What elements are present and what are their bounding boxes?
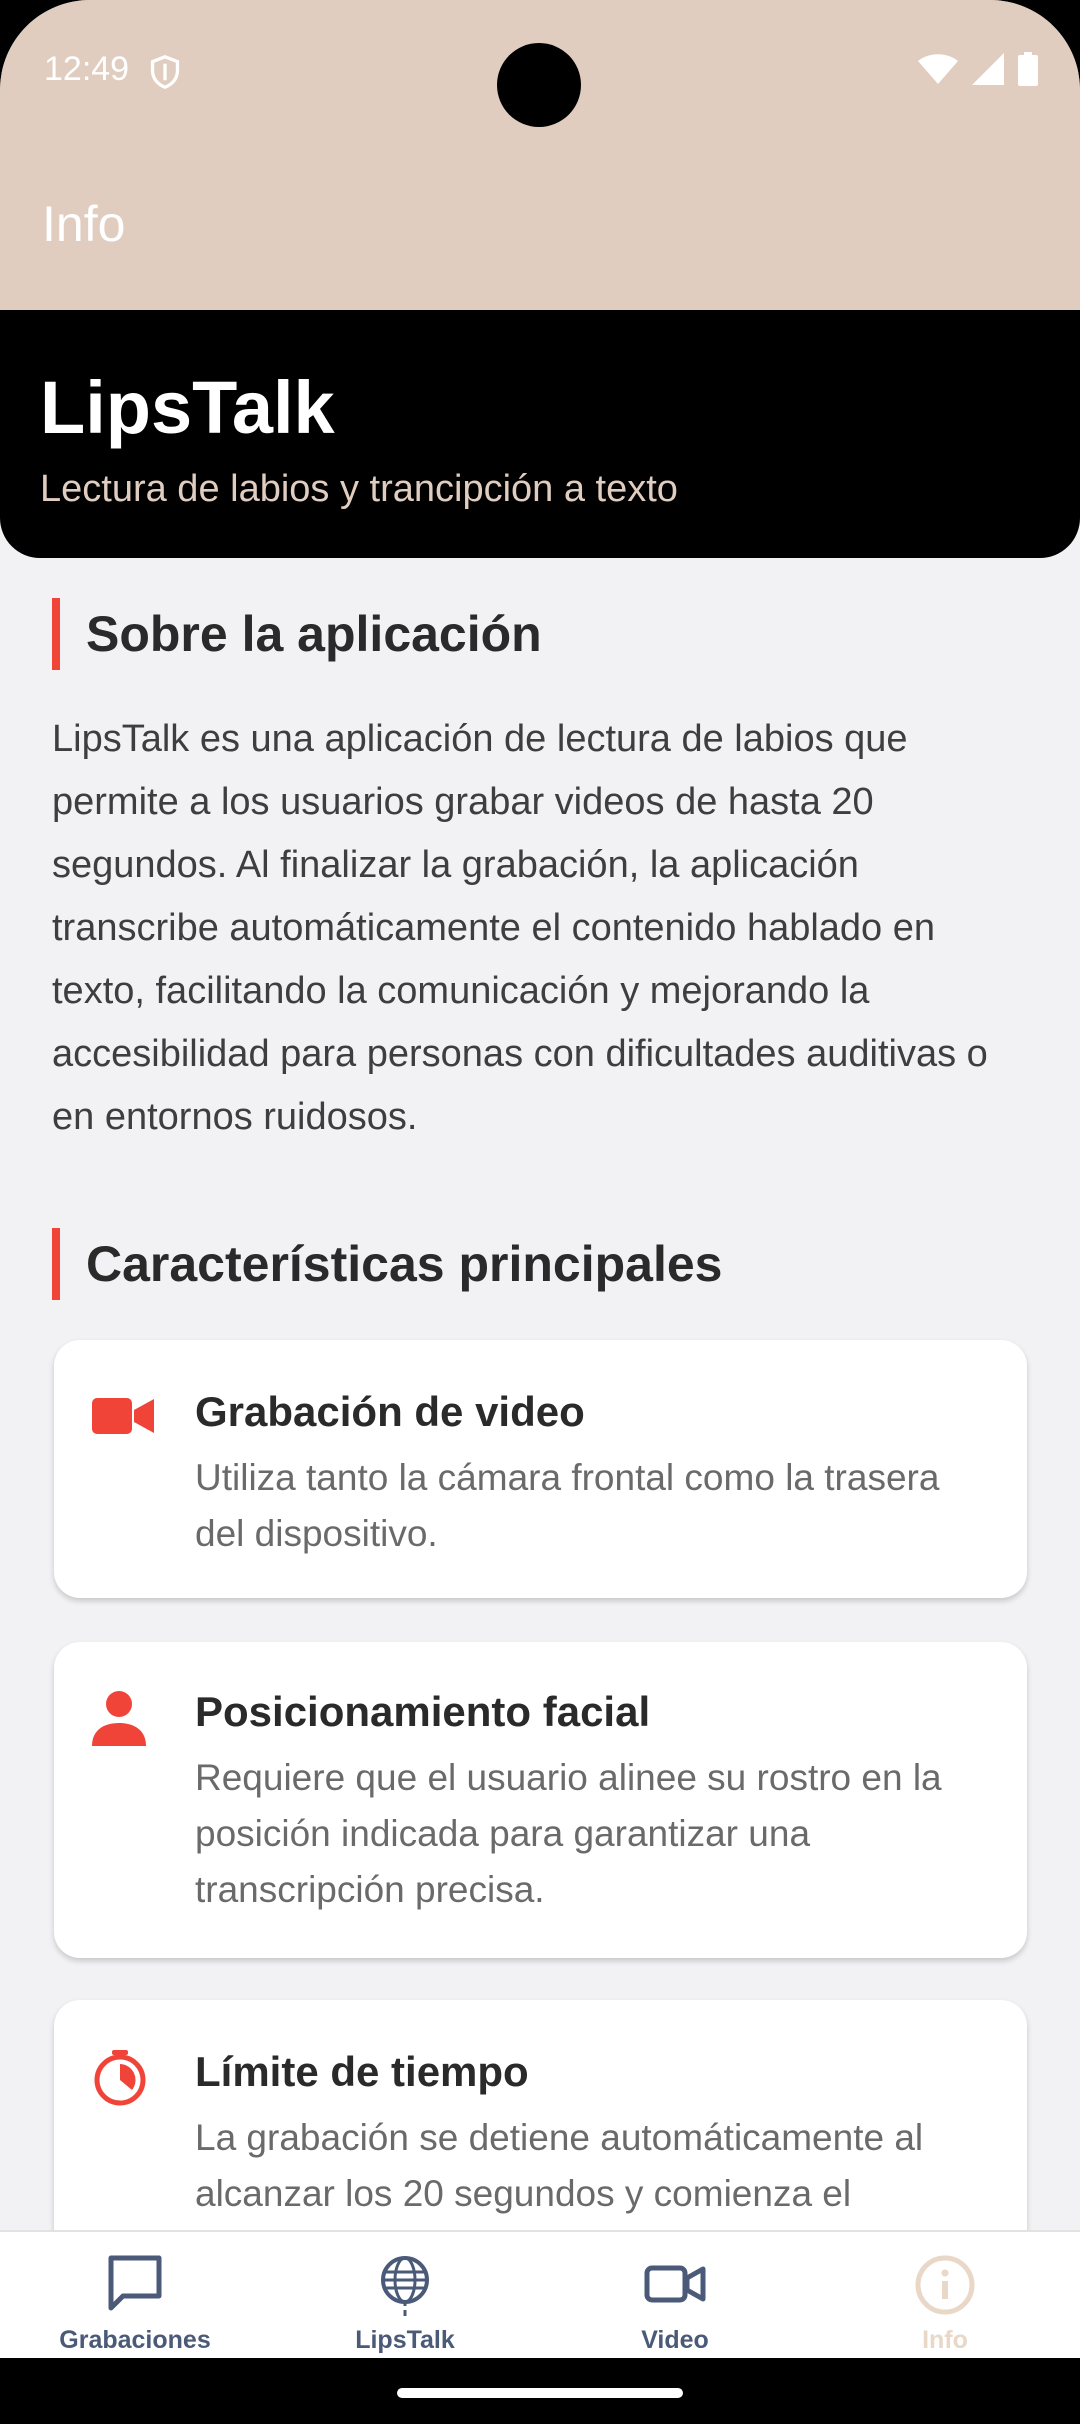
- signal-icon: [972, 53, 1004, 85]
- video-camera-icon: [92, 1398, 154, 1434]
- nav-label: LipsTalk: [355, 2326, 455, 2354]
- nav-item-info[interactable]: Info: [810, 2232, 1080, 2358]
- app-bar-title: Info: [42, 196, 126, 252]
- nav-item-lipstalk[interactable]: LipsTalk: [270, 2232, 540, 2358]
- bottom-navigation: Grabaciones LipsTalk Video Info: [0, 2230, 1080, 2358]
- status-icons: [918, 52, 1038, 86]
- hero-subtitle: Lectura de labios y trancipción a texto: [40, 468, 678, 510]
- gesture-area: [0, 2358, 1080, 2424]
- feature-card-time: Límite de tiempo La grabación se detiene…: [54, 2000, 1027, 2230]
- info-content[interactable]: Sobre la aplicación LipsTalk es una apli…: [0, 558, 1080, 2230]
- nav-label: Grabaciones: [59, 2326, 211, 2354]
- chat-bubble-icon: [108, 2255, 162, 2311]
- feature-description: Utiliza tanto la cámara frontal como la …: [195, 1457, 940, 1554]
- feature-description: Requiere que el usuario alinee su rostro…: [195, 1757, 942, 1910]
- person-icon: [92, 1691, 146, 1746]
- shield-icon: [150, 54, 180, 90]
- feature-title: Grabación de video: [195, 1388, 585, 1435]
- camera-cutout: [497, 43, 581, 127]
- features-heading: Características principales: [52, 1228, 722, 1300]
- nav-item-video[interactable]: Video: [540, 2232, 810, 2358]
- about-text: LipsTalk es una aplicación de lectura de…: [52, 718, 988, 1138]
- nav-label: Video: [641, 2326, 709, 2354]
- timer-icon: [94, 2050, 146, 2106]
- screen: 12:49 Info LipsTalk Lectura de labios y …: [0, 0, 1080, 2424]
- info-circle-icon: [915, 2255, 975, 2315]
- home-gesture-bar[interactable]: [397, 2388, 683, 2398]
- app-bar: 12:49 Info: [0, 0, 1080, 310]
- video-outline-icon: [644, 2265, 706, 2303]
- feature-card-face: Posicionamiento facial Requiere que el u…: [54, 1642, 1027, 1958]
- battery-icon: [1018, 52, 1038, 86]
- hero-banner: LipsTalk Lectura de labios y trancipción…: [0, 310, 1080, 558]
- feature-title: Posicionamiento facial: [195, 1688, 651, 1735]
- feature-card-video: Grabación de video Utiliza tanto la cáma…: [54, 1340, 1027, 1598]
- feature-title: Límite de tiempo: [195, 2048, 529, 2095]
- wifi-icon: [918, 54, 958, 84]
- status-time: 12:49: [44, 50, 130, 88]
- about-heading: Sobre la aplicación: [52, 598, 542, 670]
- lips-globe-icon: [381, 2256, 429, 2316]
- nav-label: Info: [922, 2326, 968, 2354]
- nav-item-grabaciones[interactable]: Grabaciones: [0, 2232, 270, 2358]
- hero-title: LipsTalk: [40, 366, 335, 449]
- feature-description: La grabación se detiene automáticamente …: [195, 2117, 924, 2214]
